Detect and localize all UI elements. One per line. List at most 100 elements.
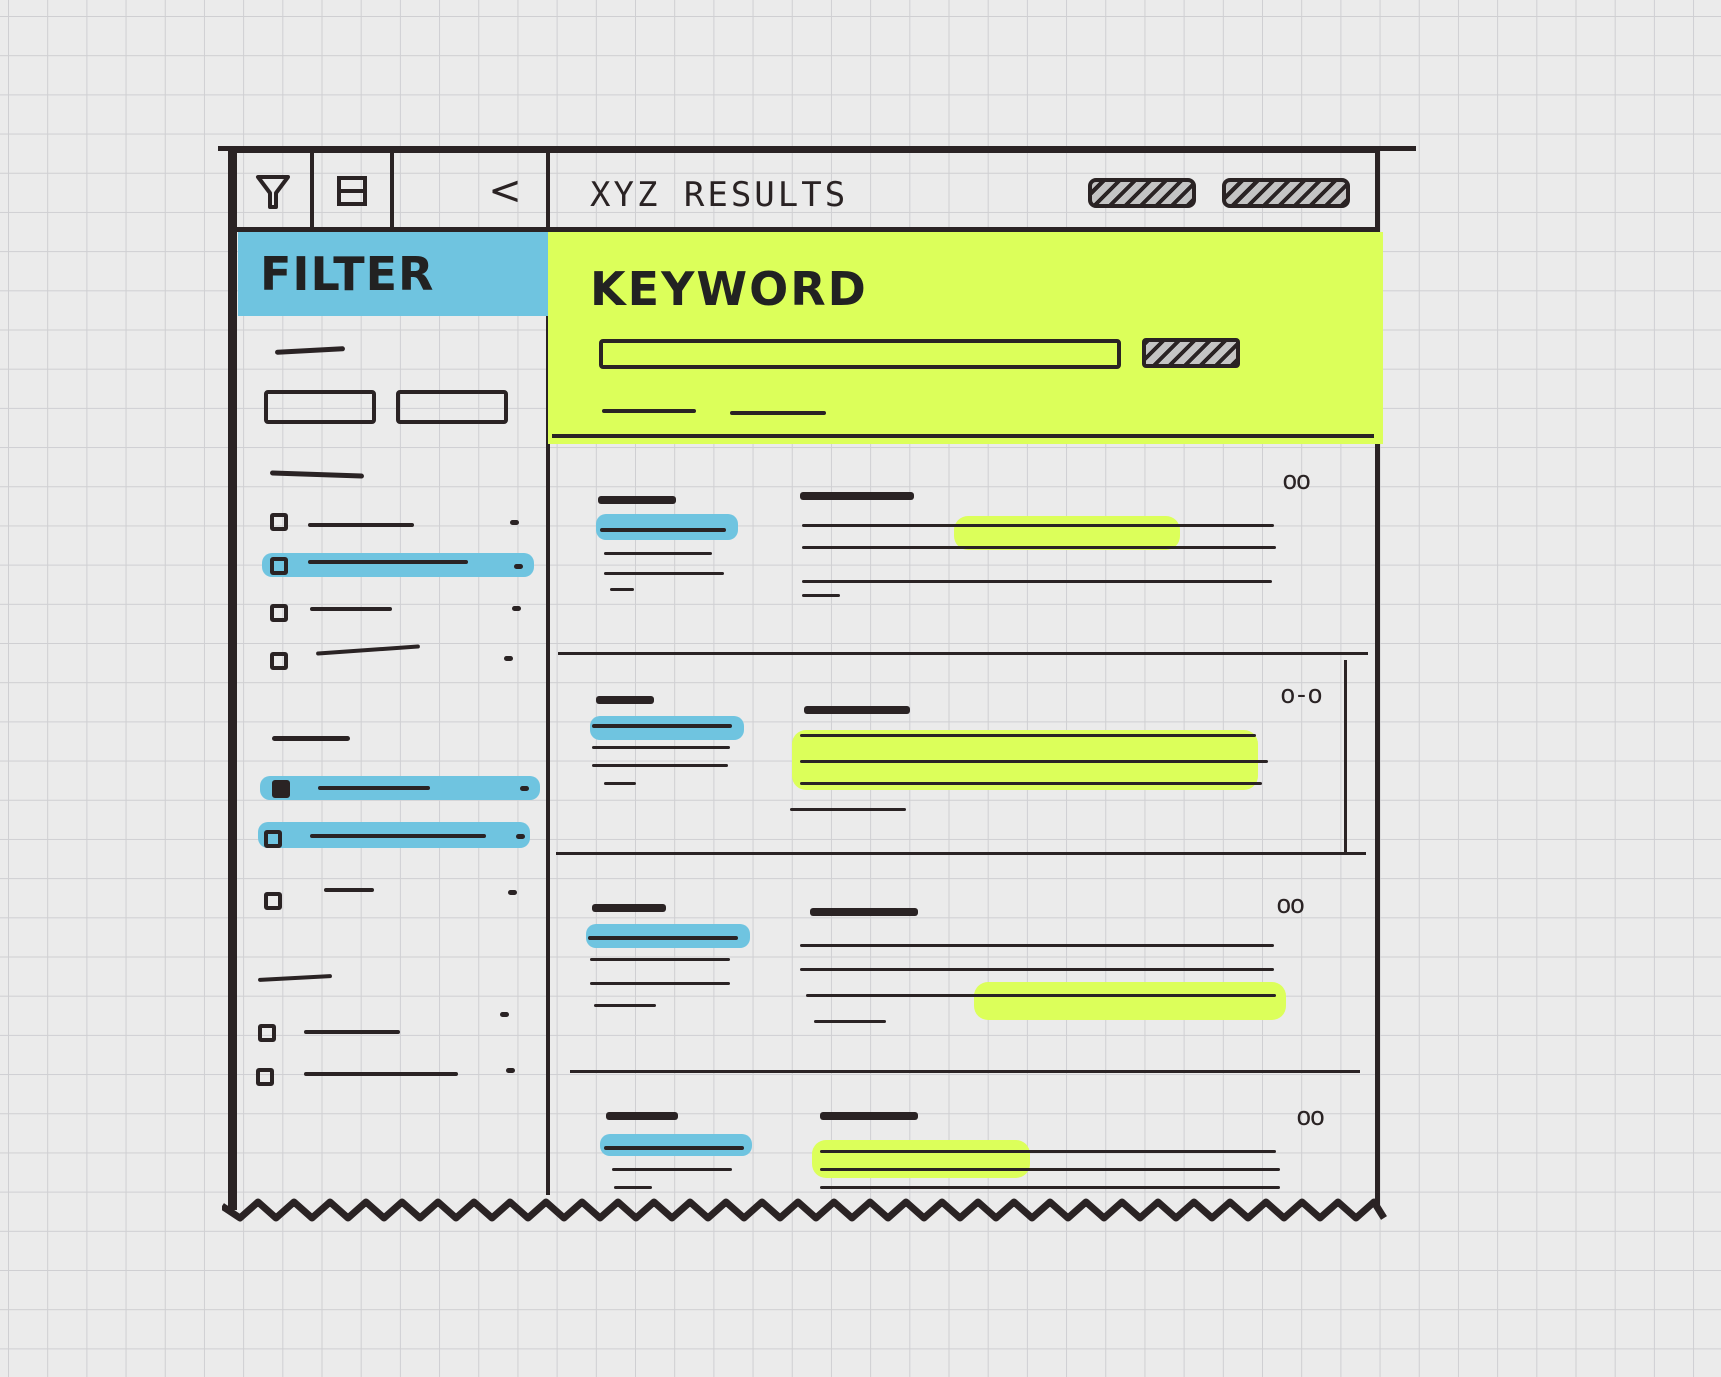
filter-checkbox-checked[interactable] (272, 780, 290, 798)
result-snippet-line (790, 808, 906, 811)
result-snippet-line (820, 1168, 1280, 1171)
page-title: XYZ RESULTS (590, 175, 849, 215)
result-meta-line (612, 1168, 732, 1171)
filter-item-highlight (262, 553, 534, 577)
funnel-icon (256, 175, 290, 209)
filter-range-min-field[interactable] (264, 390, 376, 424)
result-meta-heading (606, 1112, 678, 1120)
result-rating: oo (1282, 466, 1311, 496)
result-heading[interactable] (810, 908, 918, 916)
search-label: KEYWORD (590, 262, 868, 316)
result-keyword-highlight (954, 516, 1180, 550)
search-option-link[interactable] (730, 411, 826, 415)
filter-checkbox[interactable] (270, 557, 288, 575)
filter-group-heading (272, 736, 350, 741)
result-heading[interactable] (800, 492, 914, 500)
result-meta-line[interactable] (588, 936, 738, 940)
filter-item-count (510, 520, 519, 525)
filter-checkbox[interactable] (270, 652, 288, 670)
result-snippet-line (814, 1020, 886, 1023)
filter-item-label (310, 607, 392, 611)
result-meta-line (604, 782, 636, 785)
filter-checkbox[interactable] (256, 1068, 274, 1086)
filter-title: FILTER (260, 247, 435, 301)
result-meta-line (610, 588, 634, 591)
search-panel-divider (552, 434, 1374, 438)
search-input[interactable] (599, 339, 1121, 369)
filter-item-count (500, 1012, 509, 1017)
result-meta-line (604, 552, 712, 555)
result-rating: oo (1276, 890, 1305, 920)
grid-icon (337, 176, 367, 206)
result-keyword-highlight (974, 982, 1286, 1020)
filter-item-label (308, 560, 468, 564)
filter-range-max-field[interactable] (396, 390, 508, 424)
result-meta-line (592, 746, 730, 749)
filter-checkbox[interactable] (270, 604, 288, 622)
result-title-highlight (596, 514, 738, 540)
frame-top-overshoot (218, 146, 1416, 151)
grid-view-button[interactable] (314, 155, 390, 227)
filter-item-count (512, 606, 521, 611)
filter-item-label (304, 1030, 400, 1034)
result-meta-heading (598, 496, 676, 504)
filter-item-label (310, 834, 486, 838)
result-snippet-line (802, 594, 840, 597)
result-heading[interactable] (820, 1112, 918, 1120)
continuation-zigzag (222, 1198, 1387, 1222)
filter-item-label (308, 523, 414, 527)
filter-item-count (514, 564, 523, 569)
result-snippet-line (800, 944, 1274, 947)
result-meta-line (594, 1004, 656, 1007)
filter-item-count (508, 890, 517, 895)
filter-toggle-button[interactable] (236, 155, 310, 227)
result-title-highlight (600, 1134, 752, 1156)
result-snippet-line (802, 546, 1276, 549)
result-meta-line (604, 572, 724, 575)
result-snippet-line (820, 1150, 1276, 1153)
search-button[interactable] (1142, 338, 1240, 368)
result-rating: oo (1296, 1102, 1325, 1132)
filter-checkbox[interactable] (264, 830, 282, 848)
filter-checkbox[interactable] (258, 1024, 276, 1042)
result-meta-heading (596, 696, 654, 704)
result-snippet-line (800, 734, 1256, 737)
toolbar-action-button-1[interactable] (1088, 178, 1196, 208)
filter-item-label (318, 786, 430, 790)
search-option-link[interactable] (602, 409, 696, 413)
result-snippet-line (820, 1186, 1280, 1189)
result-snippet-line (800, 760, 1268, 763)
result-meta-line (614, 1186, 652, 1189)
filter-item-count (504, 656, 513, 661)
result-meta-line (590, 982, 730, 985)
filter-checkbox[interactable] (264, 892, 282, 910)
result-meta-line (592, 764, 728, 767)
filter-item-count (506, 1068, 515, 1073)
result-meta-heading (592, 904, 666, 912)
result-snippet-line (800, 782, 1262, 785)
result-meta-line[interactable] (600, 528, 726, 532)
filter-item-label (304, 1072, 458, 1076)
result-title-highlight (590, 716, 744, 740)
result-divider (570, 1070, 1360, 1073)
result-snippet-line (800, 968, 1274, 971)
filter-header: FILTER (238, 232, 548, 316)
result-keyword-highlight (812, 1140, 1030, 1178)
result-divider (556, 852, 1366, 855)
result-snippet-line (802, 580, 1272, 583)
result-meta-line (590, 958, 730, 961)
result-rating: o-o (1280, 680, 1323, 710)
scrollbar[interactable] (1344, 660, 1347, 854)
filter-checkbox[interactable] (270, 513, 288, 531)
filter-item-count (520, 786, 529, 791)
toolbar-action-button-2[interactable] (1222, 178, 1350, 208)
result-meta-line[interactable] (592, 724, 732, 728)
result-heading[interactable] (804, 706, 910, 714)
result-snippet-line (806, 994, 1276, 997)
result-meta-line[interactable] (604, 1146, 744, 1150)
filter-item-count (516, 834, 525, 839)
result-divider (558, 652, 1368, 655)
toolbar-sep-2 (390, 150, 394, 232)
filter-item-label (324, 888, 374, 892)
collapse-sidebar-button[interactable]: < (470, 155, 540, 227)
